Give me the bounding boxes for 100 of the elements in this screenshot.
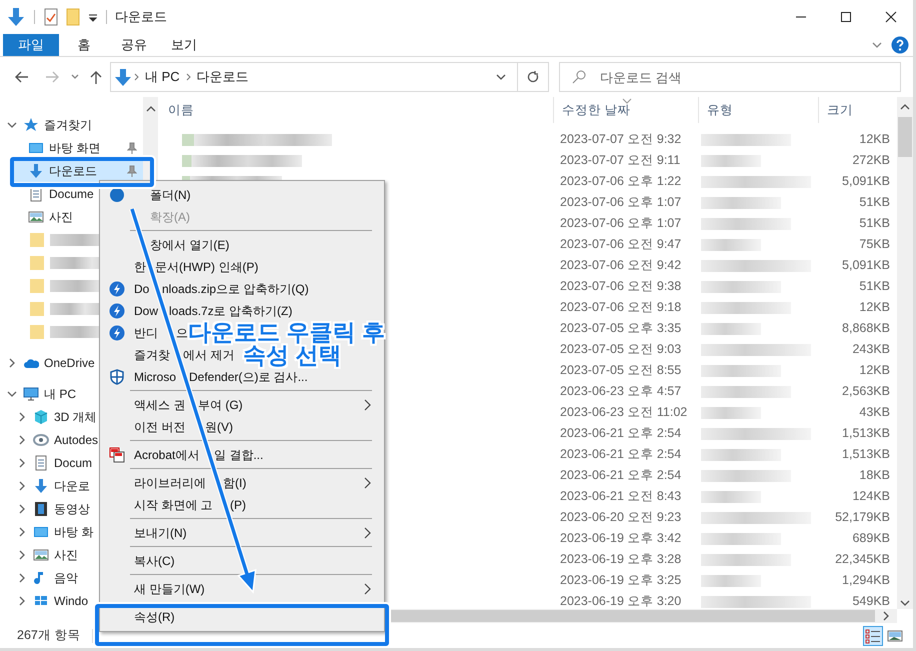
menu-item[interactable]: Acrobat에서 일 결합...	[100, 445, 266, 465]
details-view-button[interactable]	[863, 626, 883, 646]
size-cell-text: 549KB	[851, 593, 891, 610]
size-cell-text: 51KB	[858, 194, 891, 212]
details-view-icon	[865, 628, 881, 644]
thumbnail-view-icon	[887, 628, 903, 644]
date-cell-text: 2023-07-06 오후 1:07	[559, 215, 682, 232]
menu-item[interactable]: Dow loads.7z로 압축하기(Z)	[100, 301, 294, 321]
date-cell-text: 2023-07-05 오전 9:03	[559, 341, 682, 358]
date-cell-text: 2023-07-05 오전 8:55	[559, 362, 682, 380]
column-header[interactable]: 크기	[818, 97, 896, 123]
scrollbar[interactable]	[897, 97, 913, 609]
menu-item[interactable]: 즐겨찾 에서 제거	[100, 345, 236, 365]
size-cell-text: 43KB	[858, 404, 891, 422]
menu-item[interactable]: 반디 으	[100, 323, 190, 343]
menu-item[interactable]: 새 만들기(W)	[100, 579, 384, 599]
lightning-badge-icon	[109, 281, 125, 297]
window-title: 다운로드	[115, 8, 167, 26]
menu-item[interactable]: 속성(R)	[100, 607, 177, 627]
size-cell-text: 1,513KB	[841, 425, 891, 442]
size-cell-text: 1,294KB	[841, 572, 891, 590]
scrollbar-thumb[interactable]	[898, 117, 912, 157]
nav-label: Docume	[49, 186, 94, 202]
date-cell-text: 2023-06-19 오후 3:28	[559, 551, 682, 568]
download-arrow-icon[interactable]	[7, 7, 25, 27]
size-cell-text: 124KB	[851, 488, 891, 506]
date-cell-text: 2023-07-06 오전 9:42	[559, 257, 682, 274]
search-icon	[572, 70, 586, 84]
breadcrumb[interactable]: 내 PC	[145, 67, 180, 87]
nav-label: 다운로	[54, 478, 90, 494]
ribbon-tab[interactable]: 보기	[159, 34, 209, 56]
menu-item[interactable]: Do nloads.zip으로 압축하기(Q)	[100, 279, 311, 299]
date-cell-text: 2023-07-06 오전 9:38	[559, 278, 682, 296]
ribbon-tab[interactable]: 공유	[109, 34, 159, 56]
size-cell-text: 75KB	[858, 236, 891, 254]
menu-item[interactable]: 한 문서(HWP) 인쇄(P)	[100, 257, 260, 277]
date-cell-text: 2023-06-21 오후 2:54	[559, 467, 682, 484]
breadcrumb[interactable]: 다운로드	[196, 67, 249, 87]
blurred-text	[701, 406, 761, 418]
nav-label: 바탕 화	[54, 524, 94, 540]
ribbon-tab[interactable]: 파일	[3, 34, 59, 56]
menu-item[interactable]: 액세스 권 부여 (G)	[100, 395, 384, 415]
blurred-text	[701, 154, 761, 166]
back-arrow-icon[interactable]	[14, 69, 30, 85]
nav-label: OneDrive	[44, 354, 95, 372]
size-cell-text: 52,179KB	[834, 509, 891, 526]
column-header[interactable]: 수정한 날짜	[553, 97, 698, 123]
nav-label: 음악	[54, 570, 78, 586]
size-cell-text: 243KB	[851, 341, 891, 358]
nav-item[interactable]: 즐겨찾기	[0, 113, 143, 136]
star-icon	[23, 116, 39, 132]
blurred-text	[701, 490, 761, 502]
size-cell-text: 51KB	[858, 215, 891, 232]
blurred-folder-icon	[30, 232, 44, 246]
size-cell-text: 12KB	[858, 131, 891, 148]
picture-icon	[33, 546, 49, 562]
menu-item[interactable]: Microso Defender(으)로 검사...	[100, 367, 310, 387]
date-cell-text: 2023-06-23 오전 11:02	[559, 404, 688, 422]
date-cell-text: 2023-07-07 오전 9:11	[559, 152, 682, 170]
menu-item[interactable]: 라이브러리에 함(I)	[100, 473, 384, 493]
size-cell-text: 22,345KB	[834, 551, 891, 568]
address-bar[interactable]: 내 PC 다운로드	[110, 62, 549, 92]
menu-item[interactable]: 이전 버전 원(V)	[100, 417, 235, 437]
column-header[interactable]: 유형	[698, 97, 818, 123]
nav-label: 3D 개체	[54, 408, 97, 426]
download-arrow-icon	[114, 68, 132, 86]
checklist-icon[interactable]	[44, 8, 58, 26]
help-icon[interactable]	[891, 36, 909, 54]
date-cell-text: 2023-07-06 오후 1:07	[559, 194, 682, 212]
blurred-folder-icon	[30, 278, 44, 292]
ribbon-tab[interactable]: 홈	[59, 34, 109, 56]
size-cell-text: 8,868KB	[841, 320, 891, 338]
menu-item[interactable]: 보내기(N)	[100, 523, 384, 543]
nav-label: 사진	[54, 546, 78, 564]
menu-item[interactable]: 시작 화면에 고 (P)	[100, 495, 248, 515]
size-cell-text: 2,563KB	[841, 383, 891, 400]
nav-label: 동영상	[54, 500, 90, 518]
annotation-text: 속성 선택	[243, 344, 342, 367]
up-arrow-icon[interactable]	[88, 69, 104, 85]
menu-item[interactable]: 창에서 열기(E)	[100, 235, 232, 255]
monitor-icon	[23, 386, 39, 402]
nav-item[interactable]: 바탕 화면	[0, 136, 143, 159]
size-cell-text: 51KB	[858, 278, 891, 296]
item-count: 267개 항목	[17, 627, 80, 644]
search-field[interactable]: 다운로드 검색	[559, 62, 901, 92]
nav-label: 사진	[49, 208, 73, 226]
column-header[interactable]: 이름	[160, 97, 553, 123]
date-cell-text: 2023-06-21 오전 8:43	[559, 488, 682, 506]
date-cell-text: 2023-07-05 오후 3:35	[559, 320, 682, 338]
nav-label: Windo	[54, 592, 88, 610]
blurred-folder-icon	[30, 324, 44, 338]
refresh-icon	[527, 70, 539, 84]
blurred-text	[701, 322, 761, 334]
menu-item[interactable]: 복사(C)	[100, 551, 177, 571]
date-cell-text: 2023-07-06 오후 1:22	[559, 173, 682, 190]
dropdown-caret-icon[interactable]	[88, 12, 98, 22]
nav-label: 다운로드	[49, 162, 97, 180]
blurred-folder-icon	[30, 256, 44, 270]
date-cell-text: 2023-06-19 오후 3:42	[559, 530, 682, 548]
size-cell-text: 12KB	[858, 299, 891, 316]
